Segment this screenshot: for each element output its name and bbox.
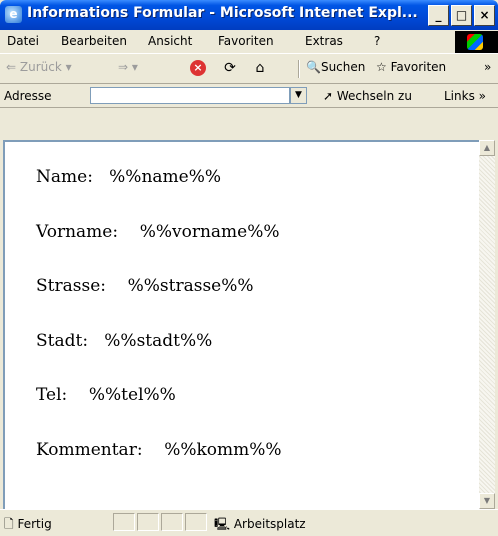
favorites-label: Favoriten [390, 60, 447, 74]
field-label: Strasse: [36, 276, 106, 296]
page-done-icon: 🗋 [4, 517, 14, 531]
field-row-name: Name: %%name%% [36, 167, 221, 187]
field-label: Kommentar: [36, 440, 143, 460]
toolbar-separator [298, 60, 300, 78]
back-button[interactable]: ⇐ Zurück ▾ [6, 60, 72, 74]
field-value: %%komm%% [164, 440, 282, 460]
field-row-stadt: Stadt: %%stadt%% [36, 331, 212, 351]
status-ready-label: Fertig [17, 517, 52, 531]
forward-button[interactable]: ⇒ ▾ [118, 60, 138, 74]
window-title: Informations Formular - Microsoft Intern… [27, 5, 418, 21]
chevron-down-icon: ▾ [65, 60, 72, 74]
links-label: Links [444, 89, 475, 103]
field-value: %%name%% [109, 167, 222, 187]
status-cell [161, 513, 183, 531]
menu-datei[interactable]: Datei [7, 34, 39, 48]
menu-help[interactable]: ? [374, 34, 380, 48]
address-dropdown-button[interactable]: ▼ [290, 87, 307, 104]
field-value: %%tel%% [88, 385, 176, 405]
go-label: Wechseln zu [336, 89, 412, 103]
status-bar: 🗋 Fertig 🖳 Arbeitsplatz [0, 509, 498, 533]
chevron-down-icon: ▾ [131, 60, 138, 74]
status-cell [185, 513, 207, 531]
links-more-chevron: » [478, 89, 486, 103]
chevron-down-icon: ▼ [295, 90, 302, 100]
chevron-down-icon: ▼ [483, 496, 491, 505]
home-icon[interactable]: ⌂ [252, 60, 268, 76]
search-icon: 🔍 [306, 60, 321, 74]
search-button[interactable]: 🔍Suchen [306, 60, 365, 74]
windows-logo [455, 31, 498, 53]
field-row-vorname: Vorname: %%vorname%% [36, 222, 280, 242]
address-label: Adresse [4, 89, 52, 103]
menu-favoriten[interactable]: Favoriten [218, 34, 274, 48]
minimize-button[interactable]: _ [428, 5, 449, 26]
page-content: Name: %%name%% Vorname: %%vorname%% Stra… [3, 140, 479, 509]
menu-ansicht[interactable]: Ansicht [148, 34, 192, 48]
field-value: %%strasse%% [127, 276, 254, 296]
favorites-button[interactable]: ☆ Favoriten [376, 60, 446, 74]
status-zone-label: Arbeitsplatz [233, 517, 306, 531]
status-cell [137, 513, 159, 531]
go-button[interactable]: ➚ Wechseln zu [323, 89, 412, 103]
address-bar: Adresse ▼ ➚ Wechseln zu Links » [0, 84, 498, 108]
links-button[interactable]: Links » [444, 89, 486, 103]
stop-icon[interactable]: × [190, 60, 206, 76]
forward-arrow-icon: ⇒ [118, 60, 129, 74]
field-label: Name: [36, 167, 93, 187]
scroll-up-button[interactable]: ▲ [479, 140, 495, 156]
back-arrow-icon: ⇐ [6, 60, 17, 74]
close-button[interactable]: × [474, 5, 495, 26]
field-label: Vorname: [36, 222, 119, 242]
field-row-kommentar: Kommentar: %%komm%% [36, 440, 282, 460]
field-label: Tel: [36, 385, 68, 405]
title-bar: e Informations Formular - Microsoft Inte… [0, 0, 498, 30]
go-arrow-icon: ➚ [323, 89, 334, 103]
address-input[interactable] [90, 87, 290, 104]
menu-bar: Datei Bearbeiten Ansicht Favoriten Extra… [0, 30, 498, 54]
windows-flag-icon [467, 34, 483, 50]
internet-explorer-icon: e [5, 6, 22, 23]
maximize-button[interactable]: □ [451, 5, 472, 26]
refresh-icon[interactable]: ⟳ [222, 60, 238, 76]
toolbar-more-chevron[interactable]: » [484, 60, 491, 74]
favorites-icon: ☆ [376, 60, 387, 74]
field-label: Stadt: [36, 331, 89, 351]
back-label: Zurück [19, 60, 62, 74]
field-value: %%stadt%% [104, 331, 213, 351]
scroll-down-button[interactable]: ▼ [479, 493, 495, 509]
field-value: %%vorname%% [139, 222, 280, 242]
menu-extras[interactable]: Extras [305, 34, 343, 48]
toolbar: ⇐ Zurück ▾ ⇒ ▾ 🔍Suchen ☆ Favoriten » [0, 54, 498, 84]
menu-bearbeiten[interactable]: Bearbeiten [61, 34, 127, 48]
my-computer-icon: 🖳 [214, 517, 231, 531]
search-label: Suchen [320, 60, 366, 74]
vertical-scrollbar[interactable]: ▲ ▼ [479, 140, 495, 509]
field-row-strasse: Strasse: %%strasse%% [36, 276, 254, 296]
status-cell [113, 513, 135, 531]
chevron-up-icon: ▲ [483, 143, 491, 152]
field-row-tel: Tel: %%tel%% [36, 385, 176, 405]
